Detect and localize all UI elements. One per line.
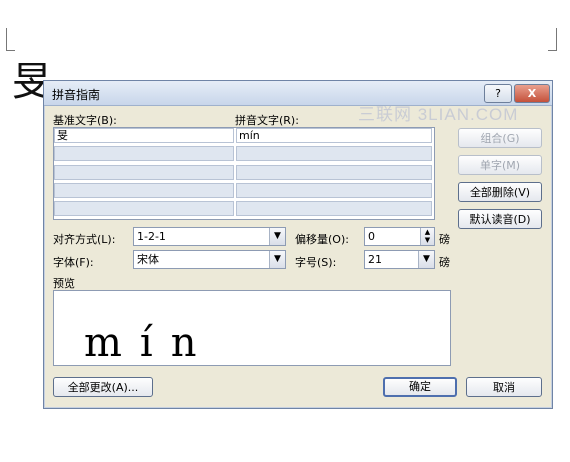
font-select[interactable]: 宋体 ▼ <box>133 250 286 269</box>
combine-button[interactable]: 组合(G) <box>458 128 542 148</box>
cancel-button[interactable]: 取消 <box>466 377 542 397</box>
size-unit: 磅 <box>439 256 450 269</box>
offset-unit: 磅 <box>439 233 450 246</box>
page-corner-mark-right <box>548 28 557 51</box>
default-reading-button[interactable]: 默认读音(D) <box>458 209 542 229</box>
pinyin-cell-5[interactable] <box>236 201 432 216</box>
base-cell-4[interactable] <box>54 183 234 198</box>
chevron-down-icon[interactable]: ▼ <box>269 228 285 245</box>
pinyin-cell-2[interactable] <box>236 146 432 161</box>
pinyin-text-label: 拼音文字(R): <box>235 114 299 127</box>
phonetic-grid: 旻 mín <box>53 127 435 220</box>
preview-box: mín <box>53 290 451 366</box>
close-button[interactable]: X <box>514 84 550 103</box>
base-cell-5[interactable] <box>54 201 234 216</box>
pinyin-cell-3[interactable] <box>236 165 432 180</box>
base-cell-3[interactable] <box>54 165 234 180</box>
base-cell-1[interactable]: 旻 <box>54 128 234 143</box>
preview-text: mín <box>84 320 215 366</box>
offset-value: 0 <box>368 230 375 243</box>
pinyin-cell-1[interactable]: mín <box>236 128 432 143</box>
alignment-select[interactable]: 1-2-1 ▼ <box>133 227 286 246</box>
font-label: 字体(F): <box>53 256 94 269</box>
preview-label: 预览 <box>53 277 75 290</box>
single-char-button[interactable]: 单字(M) <box>458 155 542 175</box>
chevron-down-icon[interactable]: ▼ <box>418 251 434 268</box>
spinner-arrows-icon[interactable]: ▲ ▼ <box>420 228 434 245</box>
size-value: 21 <box>368 253 382 266</box>
offset-label: 偏移量(O): <box>295 233 349 246</box>
dialog-title: 拼音指南 <box>52 88 101 102</box>
alignment-value: 1-2-1 <box>137 230 166 243</box>
chevron-down-icon[interactable]: ▼ <box>269 251 285 268</box>
clear-all-button[interactable]: 全部删除(V) <box>458 182 542 202</box>
phonetic-guide-dialog: 拼音指南 ? X 基准文字(B): 拼音文字(R): 旻 mín 组合(G) 单… <box>43 80 553 409</box>
offset-spinner[interactable]: 0 ▲ ▼ <box>364 227 435 246</box>
base-text-label: 基准文字(B): <box>53 114 117 127</box>
font-value: 宋体 <box>137 253 159 266</box>
alignment-label: 对齐方式(L): <box>53 233 116 246</box>
site-watermark: 三联网 3LIAN.COM <box>358 105 519 124</box>
ok-button[interactable]: 确定 <box>383 377 457 397</box>
page-corner-mark <box>6 28 15 51</box>
change-all-button[interactable]: 全部更改(A)... <box>53 377 153 397</box>
size-select[interactable]: 21 ▼ <box>364 250 435 269</box>
size-label: 字号(S): <box>295 256 337 269</box>
base-cell-2[interactable] <box>54 146 234 161</box>
pinyin-cell-4[interactable] <box>236 183 432 198</box>
